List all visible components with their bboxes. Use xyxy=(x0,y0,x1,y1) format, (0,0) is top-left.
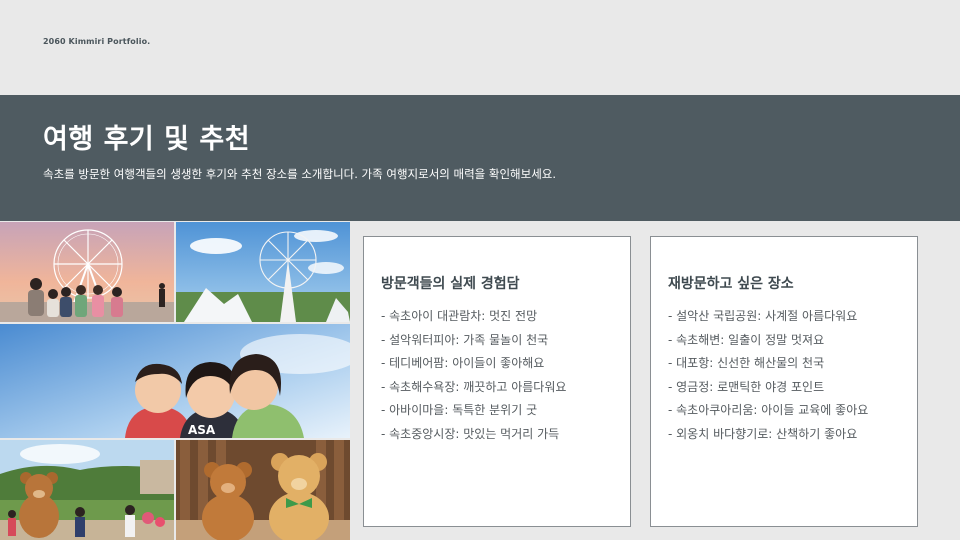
teddy-park-image xyxy=(0,440,174,540)
photo-teddy-park xyxy=(0,440,174,540)
list-item: - 속초중앙시장: 맛있는 먹거리 가득 xyxy=(381,426,560,441)
list-item: - 아바이마을: 독특한 분위기 굿 xyxy=(381,403,538,418)
list-item: - 속초해변: 일출이 정말 멋져요 xyxy=(668,332,825,347)
revisit-card: 재방문하고 싶은 장소 - 설악산 국립공원: 사계절 아름다워요 - 속초해변… xyxy=(650,236,918,527)
shirt-text: ASA xyxy=(188,423,216,437)
list-item: - 외옹치 바다향기로: 산책하기 좋아요 xyxy=(668,426,858,441)
experiences-card: 방문객들의 실제 경험담 - 속초아이 대관람차: 멋진 전망 - 설악워터피아… xyxy=(363,236,631,527)
experiences-list: - 속초아이 대관람차: 멋진 전망 - 설악워터피아: 가족 물놀이 천국 -… xyxy=(381,305,566,447)
list-item: - 테디베어팜: 아이들이 좋아해요 xyxy=(381,356,545,371)
header-banner: 여행 후기 및 추천 속초를 방문한 여행객들의 생생한 후기와 추천 장소를 … xyxy=(0,95,960,221)
ferris-wheel-sculpture-image xyxy=(176,222,350,322)
photo-two-teddy-bears xyxy=(176,440,350,540)
photo-collage: ASA xyxy=(0,222,350,540)
list-item: - 설악산 국립공원: 사계절 아름다워요 xyxy=(668,309,858,323)
smiling-kids-image: ASA xyxy=(0,324,350,438)
photo-ferris-wheel-kids xyxy=(0,222,174,322)
revisit-list: - 설악산 국립공원: 사계절 아름다워요 - 속초해변: 일출이 정말 멋져요… xyxy=(668,305,868,447)
brand-label: 2060 Kimmiri Portfolio. xyxy=(43,37,151,46)
list-item: - 대포항: 신선한 해산물의 천국 xyxy=(668,356,825,371)
revisit-title: 재방문하고 싶은 장소 xyxy=(668,276,794,292)
two-teddy-bears-image xyxy=(176,440,350,540)
page-subtitle: 속초를 방문한 여행객들의 생생한 후기와 추천 장소를 소개합니다. 가족 여… xyxy=(43,167,557,181)
list-item: - 속초아쿠아리움: 아이들 교육에 좋아요 xyxy=(668,403,869,418)
list-item: - 속초해수욕장: 깨끗하고 아름다워요 xyxy=(381,379,567,394)
list-item: - 영금정: 로맨틱한 야경 포인트 xyxy=(668,379,825,394)
photo-ferris-wheel-sculpture xyxy=(176,222,350,322)
page-title: 여행 후기 및 추천 xyxy=(43,124,251,155)
photo-smiling-kids: ASA xyxy=(0,324,350,438)
list-item: - 속초아이 대관람차: 멋진 전망 xyxy=(381,309,538,323)
experiences-title: 방문객들의 실제 경험담 xyxy=(381,276,520,292)
ferris-wheel-kids-image xyxy=(0,222,174,322)
list-item: - 설악워터피아: 가족 물놀이 천국 xyxy=(381,332,549,347)
